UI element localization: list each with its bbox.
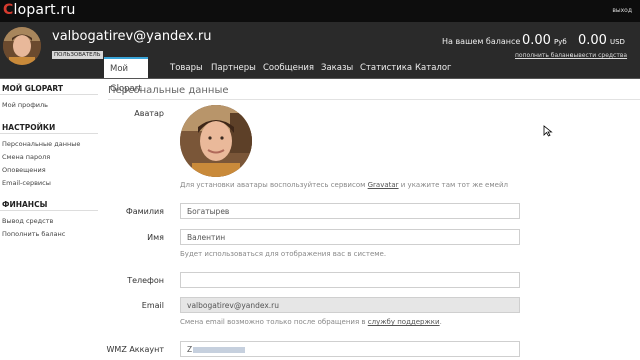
withdraw-funds-link[interactable]: вывести средства — [570, 52, 627, 59]
phone-label: Телефон — [127, 276, 164, 285]
site-logo[interactable]: Clopart.ru — [3, 2, 76, 18]
balance-label: На вашем балансе — [442, 37, 521, 46]
username: valbogatirev@yandex.ru — [52, 29, 212, 44]
topup-balance-link[interactable]: пополнить баланс — [515, 52, 573, 59]
name-hint: Будет использоваться для отображения вас… — [180, 250, 387, 258]
sidebar-item-email-services[interactable]: Email-сервисы — [2, 179, 51, 187]
divider — [0, 210, 98, 211]
firstname-field[interactable]: Валентин — [180, 229, 520, 245]
phone-field[interactable] — [180, 272, 520, 288]
lastname-field[interactable]: Богатырев — [180, 203, 520, 219]
support-link[interactable]: службу поддержки — [368, 318, 440, 326]
avatar-label: Аватар — [134, 109, 164, 118]
avatar — [3, 27, 41, 65]
balance-usd: 0.00 USD — [578, 33, 625, 48]
email-hint: Смена email возможно только после обраще… — [180, 318, 442, 326]
sidebar-item-personal-data[interactable]: Персональные данные — [2, 140, 80, 148]
divider — [108, 99, 640, 100]
tab-catalog[interactable]: Каталог — [415, 57, 452, 78]
sidebar-heading-settings: НАСТРОЙКИ — [2, 123, 56, 132]
tab-messages[interactable]: Сообщения — [263, 57, 314, 78]
divider — [0, 94, 98, 95]
user-header: valbogatirev@yandex.ru ПОЛЬЗОВАТЕЛЬ На в… — [0, 22, 640, 94]
sidebar-heading-my-glopart: МОЙ GLOPART — [2, 84, 63, 93]
tab-statistics[interactable]: Статистика — [360, 57, 412, 78]
sidebar-item-topup[interactable]: Пополнить баланс — [2, 230, 65, 238]
avatar-large — [180, 105, 252, 177]
firstname-label: Имя — [147, 233, 164, 242]
sidebar-item-notifications[interactable]: Оповещения — [2, 166, 46, 174]
email-label: Email — [141, 301, 164, 310]
tab-orders[interactable]: Заказы — [321, 57, 353, 78]
tab-partners[interactable]: Партнеры — [211, 57, 256, 78]
mouse-cursor-icon — [543, 122, 553, 141]
divider — [0, 133, 98, 134]
role-badge: ПОЛЬЗОВАТЕЛЬ — [52, 51, 103, 59]
sidebar-item-my-profile[interactable]: Мой профиль — [2, 101, 48, 109]
page-title: Персональные данные — [108, 85, 229, 96]
email-field: valbogatirev@yandex.ru — [180, 297, 520, 313]
redacted-value — [193, 347, 246, 353]
wmz-field[interactable]: Z — [180, 341, 520, 357]
balance-rub: 0.00 Руб — [522, 33, 567, 48]
avatar-hint: Для установки аватары воспользуйтесь сер… — [180, 181, 508, 189]
top-bar: Clopart.ru выход — [0, 0, 640, 22]
logout-link[interactable]: выход — [612, 7, 632, 14]
tab-my-glopart[interactable]: Мой Glopart — [104, 57, 148, 94]
wmz-label: WMZ Аккаунт — [106, 345, 165, 354]
sidebar-item-withdraw[interactable]: Вывод средств — [2, 217, 53, 225]
lastname-label: Фамилия — [125, 207, 164, 216]
sidebar-item-change-password[interactable]: Смена пароля — [2, 153, 50, 161]
gravatar-link[interactable]: Gravatar — [368, 181, 399, 189]
tab-products[interactable]: Товары — [170, 57, 203, 78]
sidebar-heading-finance: ФИНАНСЫ — [2, 200, 48, 209]
